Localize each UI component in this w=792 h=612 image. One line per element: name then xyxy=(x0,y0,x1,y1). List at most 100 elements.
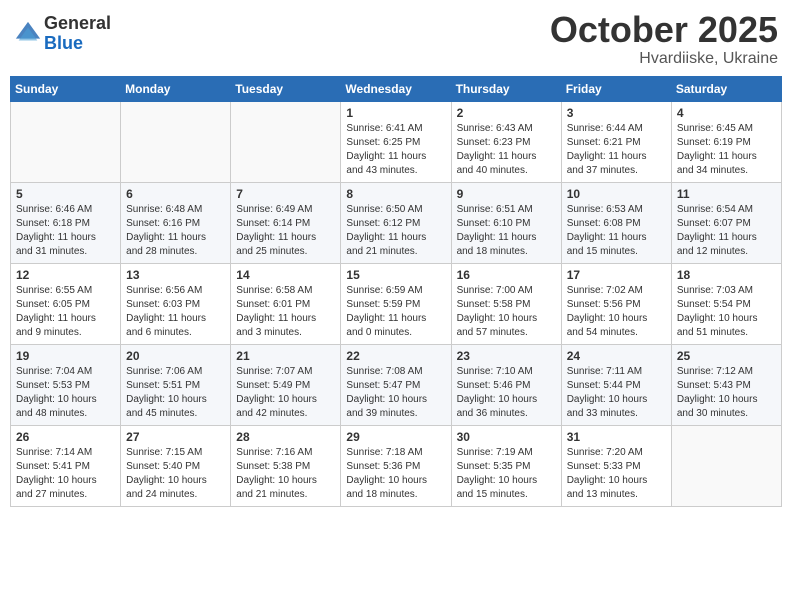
weekday-header-thursday: Thursday xyxy=(451,76,561,101)
calendar-day-21: 21 Sunrise: 7:07 AM Sunset: 5:49 PM Dayli… xyxy=(231,344,341,425)
day-info: Sunrise: 6:51 AM Sunset: 6:10 PM Dayligh… xyxy=(457,203,556,259)
logo-general-text: General xyxy=(44,14,111,34)
calendar-week-row: 1Sunrise: 6:41 AM Sunset: 6:25 PM Daylig… xyxy=(11,101,782,182)
day-number: 1 xyxy=(346,106,445,120)
day-number: 26 xyxy=(16,430,115,444)
day-number: 22 xyxy=(346,349,445,363)
calendar-day-13: 13Sunrise: 6:56 AM Sunset: 6:03 PM Dayli… xyxy=(121,263,231,344)
day-info: Sunrise: 6:46 AM Sunset: 6:18 PM Dayligh… xyxy=(16,203,115,259)
page-header: General Blue October 2025 Hvardiiske, Uk… xyxy=(10,10,782,68)
calendar-day-26: 26 Sunrise: 7:14 AM Sunset: 5:41 PM Dayli… xyxy=(11,425,121,506)
day-info: Sunrise: 6:50 AM Sunset: 6:12 PM Dayligh… xyxy=(346,203,445,259)
day-info: Sunrise: 6:53 AM Sunset: 6:08 PM Dayligh… xyxy=(567,203,666,259)
calendar-day-19: 19Sunrise: 7:04 AM Sunset: 5:53 PM Dayli… xyxy=(11,344,121,425)
day-info: Sunrise: 6:58 AM Sunset: 6:01 PM Dayligh… xyxy=(236,284,335,340)
month-title: October 2025 xyxy=(550,10,778,50)
calendar-day-3: 3 Sunrise: 6:44 AM Sunset: 6:21 PM Daylig… xyxy=(561,101,671,182)
day-info: Sunrise: 6:48 AM Sunset: 6:16 PM Dayligh… xyxy=(126,203,225,259)
calendar-empty-cell xyxy=(11,101,121,182)
day-info: Sunrise: 7:03 AM Sunset: 5:54 PM Dayligh… xyxy=(677,284,776,340)
day-info: Sunrise: 7:12 AM Sunset: 5:43 PM Dayligh… xyxy=(677,365,776,421)
day-info: Sunrise: 7:04 AM Sunset: 5:53 PM Dayligh… xyxy=(16,365,115,421)
weekday-header-row: SundayMondayTuesdayWednesdayThursdayFrid… xyxy=(11,76,782,101)
calendar-day-8: 8 Sunrise: 6:50 AM Sunset: 6:12 PM Daylig… xyxy=(341,182,451,263)
calendar-day-1: 1Sunrise: 6:41 AM Sunset: 6:25 PM Daylig… xyxy=(341,101,451,182)
day-info: Sunrise: 6:55 AM Sunset: 6:05 PM Dayligh… xyxy=(16,284,115,340)
calendar-body: 1Sunrise: 6:41 AM Sunset: 6:25 PM Daylig… xyxy=(11,101,782,506)
day-number: 4 xyxy=(677,106,776,120)
day-info: Sunrise: 7:19 AM Sunset: 5:35 PM Dayligh… xyxy=(457,446,556,502)
calendar-day-16: 16 Sunrise: 7:00 AM Sunset: 5:58 PM Dayli… xyxy=(451,263,561,344)
weekday-header-friday: Friday xyxy=(561,76,671,101)
calendar-day-6: 6 Sunrise: 6:48 AM Sunset: 6:16 PM Daylig… xyxy=(121,182,231,263)
day-number: 14 xyxy=(236,268,335,282)
logo-blue-text: Blue xyxy=(44,34,111,54)
calendar-day-18: 18 Sunrise: 7:03 AM Sunset: 5:54 PM Dayli… xyxy=(671,263,781,344)
calendar-week-row: 5 Sunrise: 6:46 AM Sunset: 6:18 PM Daylig… xyxy=(11,182,782,263)
calendar-day-5: 5 Sunrise: 6:46 AM Sunset: 6:18 PM Daylig… xyxy=(11,182,121,263)
day-number: 28 xyxy=(236,430,335,444)
calendar-day-11: 11Sunrise: 6:54 AM Sunset: 6:07 PM Dayli… xyxy=(671,182,781,263)
day-number: 10 xyxy=(567,187,666,201)
day-number: 30 xyxy=(457,430,556,444)
day-number: 2 xyxy=(457,106,556,120)
calendar-day-12: 12 Sunrise: 6:55 AM Sunset: 6:05 PM Dayli… xyxy=(11,263,121,344)
calendar-day-9: 9 Sunrise: 6:51 AM Sunset: 6:10 PM Daylig… xyxy=(451,182,561,263)
day-number: 27 xyxy=(126,430,225,444)
calendar-empty-cell xyxy=(121,101,231,182)
day-info: Sunrise: 6:44 AM Sunset: 6:21 PM Dayligh… xyxy=(567,122,666,178)
day-info: Sunrise: 7:16 AM Sunset: 5:38 PM Dayligh… xyxy=(236,446,335,502)
day-info: Sunrise: 7:00 AM Sunset: 5:58 PM Dayligh… xyxy=(457,284,556,340)
day-info: Sunrise: 7:02 AM Sunset: 5:56 PM Dayligh… xyxy=(567,284,666,340)
day-info: Sunrise: 7:10 AM Sunset: 5:46 PM Dayligh… xyxy=(457,365,556,421)
calendar-day-23: 23 Sunrise: 7:10 AM Sunset: 5:46 PM Dayli… xyxy=(451,344,561,425)
day-info: Sunrise: 7:14 AM Sunset: 5:41 PM Dayligh… xyxy=(16,446,115,502)
calendar-day-15: 15 Sunrise: 6:59 AM Sunset: 5:59 PM Dayli… xyxy=(341,263,451,344)
day-info: Sunrise: 6:43 AM Sunset: 6:23 PM Dayligh… xyxy=(457,122,556,178)
calendar-week-row: 26 Sunrise: 7:14 AM Sunset: 5:41 PM Dayli… xyxy=(11,425,782,506)
calendar-day-14: 14 Sunrise: 6:58 AM Sunset: 6:01 PM Dayli… xyxy=(231,263,341,344)
day-number: 25 xyxy=(677,349,776,363)
calendar-day-29: 29Sunrise: 7:18 AM Sunset: 5:36 PM Dayli… xyxy=(341,425,451,506)
day-number: 12 xyxy=(16,268,115,282)
day-number: 13 xyxy=(126,268,225,282)
day-number: 31 xyxy=(567,430,666,444)
calendar-day-17: 17 Sunrise: 7:02 AM Sunset: 5:56 PM Dayli… xyxy=(561,263,671,344)
day-number: 5 xyxy=(16,187,115,201)
day-number: 21 xyxy=(236,349,335,363)
calendar-day-4: 4Sunrise: 6:45 AM Sunset: 6:19 PM Daylig… xyxy=(671,101,781,182)
logo-text: General Blue xyxy=(44,14,111,54)
weekday-header-wednesday: Wednesday xyxy=(341,76,451,101)
day-number: 16 xyxy=(457,268,556,282)
weekday-header-saturday: Saturday xyxy=(671,76,781,101)
day-number: 8 xyxy=(346,187,445,201)
day-number: 20 xyxy=(126,349,225,363)
calendar-table: SundayMondayTuesdayWednesdayThursdayFrid… xyxy=(10,76,782,507)
day-number: 3 xyxy=(567,106,666,120)
day-number: 18 xyxy=(677,268,776,282)
calendar-empty-cell xyxy=(671,425,781,506)
calendar-day-31: 31Sunrise: 7:20 AM Sunset: 5:33 PM Dayli… xyxy=(561,425,671,506)
day-info: Sunrise: 7:06 AM Sunset: 5:51 PM Dayligh… xyxy=(126,365,225,421)
calendar-day-28: 28 Sunrise: 7:16 AM Sunset: 5:38 PM Dayli… xyxy=(231,425,341,506)
day-number: 23 xyxy=(457,349,556,363)
day-number: 9 xyxy=(457,187,556,201)
day-info: Sunrise: 6:49 AM Sunset: 6:14 PM Dayligh… xyxy=(236,203,335,259)
day-number: 15 xyxy=(346,268,445,282)
calendar-day-25: 25 Sunrise: 7:12 AM Sunset: 5:43 PM Dayli… xyxy=(671,344,781,425)
calendar-day-7: 7 Sunrise: 6:49 AM Sunset: 6:14 PM Daylig… xyxy=(231,182,341,263)
day-number: 6 xyxy=(126,187,225,201)
location: Hvardiiske, Ukraine xyxy=(550,50,778,68)
calendar-day-27: 27 Sunrise: 7:15 AM Sunset: 5:40 PM Dayli… xyxy=(121,425,231,506)
weekday-header-sunday: Sunday xyxy=(11,76,121,101)
day-number: 17 xyxy=(567,268,666,282)
calendar-day-10: 10 Sunrise: 6:53 AM Sunset: 6:08 PM Dayli… xyxy=(561,182,671,263)
day-info: Sunrise: 6:59 AM Sunset: 5:59 PM Dayligh… xyxy=(346,284,445,340)
calendar-header: SundayMondayTuesdayWednesdayThursdayFrid… xyxy=(11,76,782,101)
calendar-day-22: 22 Sunrise: 7:08 AM Sunset: 5:47 PM Dayli… xyxy=(341,344,451,425)
day-info: Sunrise: 7:07 AM Sunset: 5:49 PM Dayligh… xyxy=(236,365,335,421)
day-info: Sunrise: 7:08 AM Sunset: 5:47 PM Dayligh… xyxy=(346,365,445,421)
day-info: Sunrise: 7:15 AM Sunset: 5:40 PM Dayligh… xyxy=(126,446,225,502)
day-number: 7 xyxy=(236,187,335,201)
calendar-day-20: 20 Sunrise: 7:06 AM Sunset: 5:51 PM Dayli… xyxy=(121,344,231,425)
